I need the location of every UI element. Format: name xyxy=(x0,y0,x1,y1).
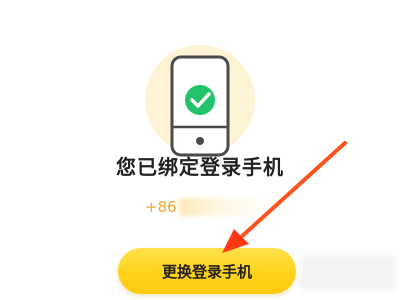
check-circle-icon xyxy=(185,85,215,115)
phone-prefix: +86 xyxy=(145,198,177,216)
change-phone-button[interactable]: 更换登录手机 xyxy=(118,248,296,294)
watermark xyxy=(300,255,395,290)
bound-phone-number: +86 xyxy=(145,198,271,216)
phone-number-mask xyxy=(178,198,271,216)
bind-status-title: 您已绑定登录手机 xyxy=(116,155,284,179)
phone-illustration xyxy=(140,45,260,160)
